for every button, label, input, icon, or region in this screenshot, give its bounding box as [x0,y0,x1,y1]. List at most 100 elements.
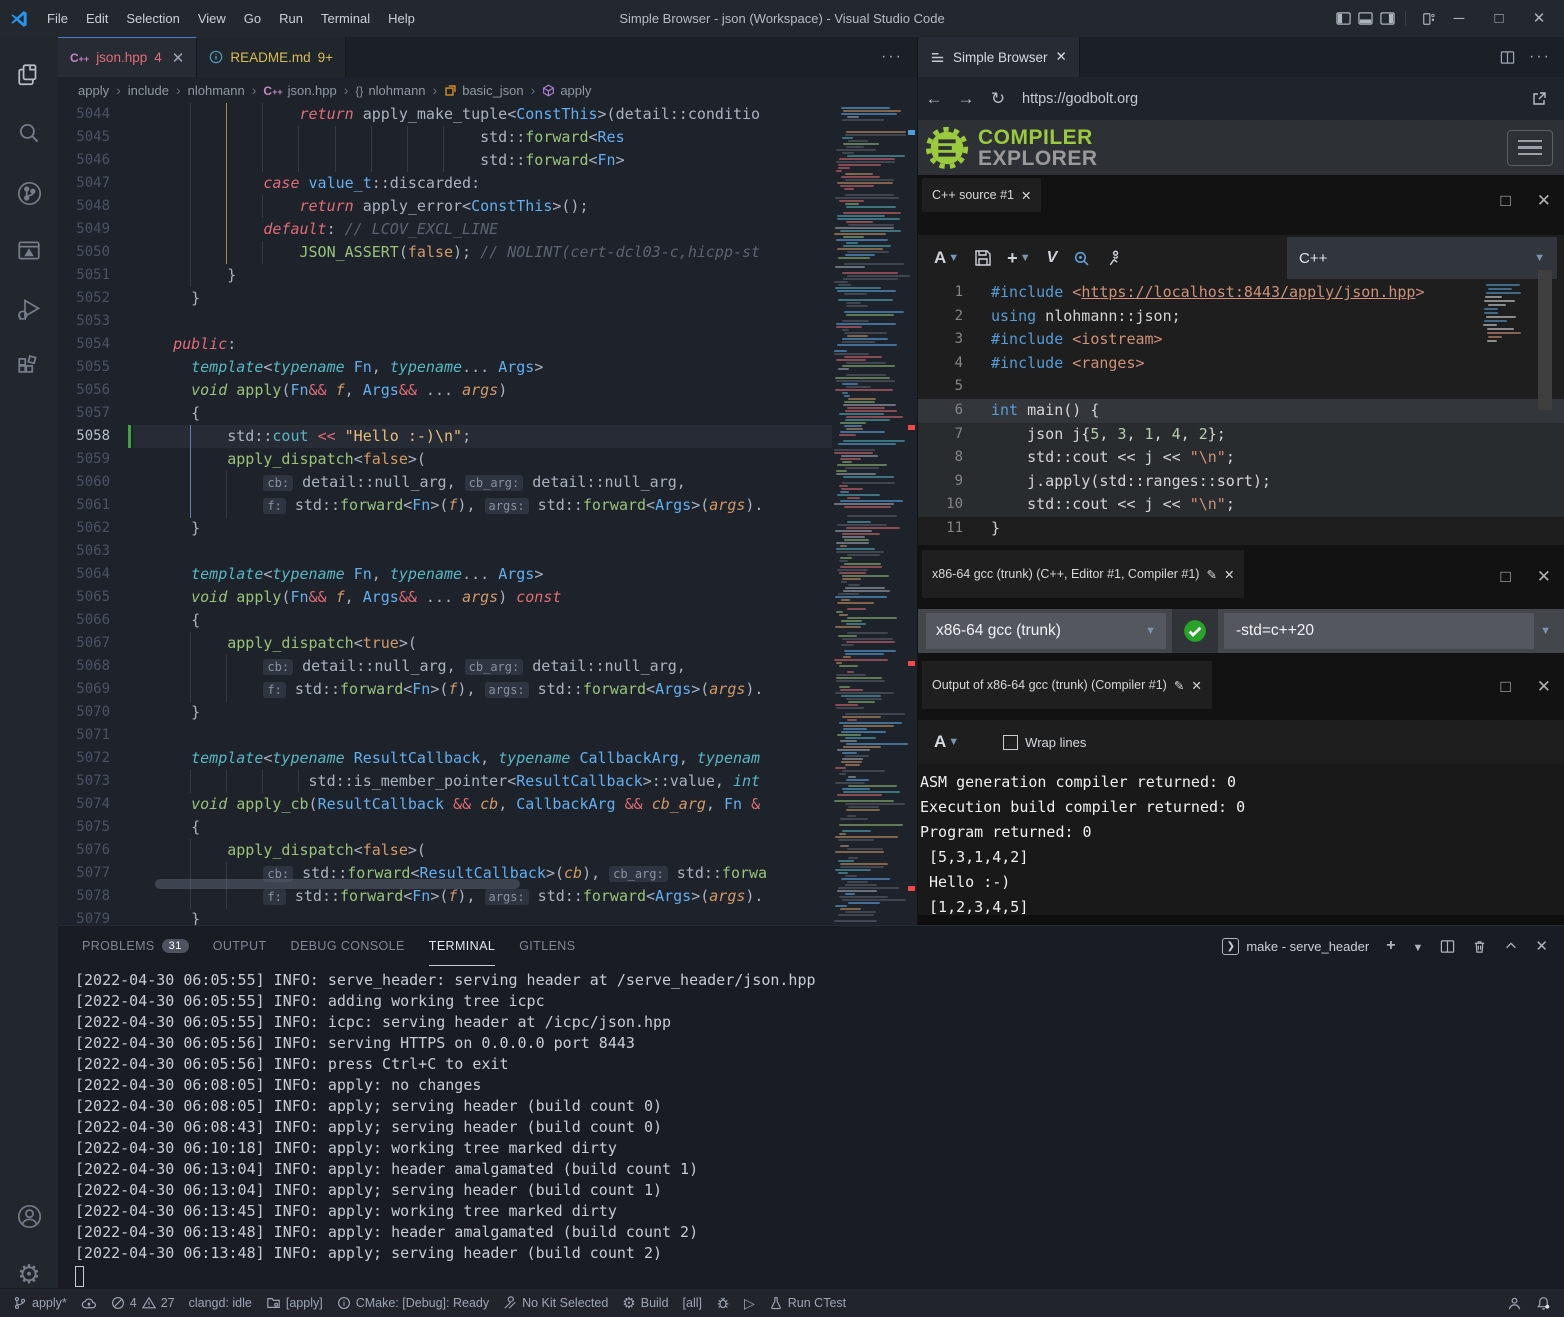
status-build-target[interactable]: [all] [676,1289,709,1317]
breadcrumb-item-json.hpp[interactable]: C++json.hpp [263,83,336,98]
close-window-button[interactable]: ✕ [1522,0,1556,37]
extensions-icon[interactable] [0,343,58,391]
account-icon[interactable] [0,1192,58,1240]
maximize-panel-icon[interactable] [1504,939,1518,953]
vim-mode-icon[interactable]: V [1047,249,1058,267]
panel-tab-output[interactable]: OUTPUT [213,926,267,966]
minimap[interactable] [832,103,915,925]
godbolt-source-editor[interactable]: 1#include <https://localhost:8443/apply/… [918,281,1564,545]
maximize-pane-icon[interactable]: □ [1500,191,1510,211]
options-caret-icon[interactable]: ▼ [1540,625,1551,637]
search-icon[interactable] [0,109,58,157]
minimize-button[interactable]: ─ [1442,0,1476,37]
panel-tab-gitlens[interactable]: GITLENS [519,926,575,966]
tab-readme.md[interactable]: README.md9+ [197,37,346,77]
breadcrumb-item-nlohmann[interactable]: {}nlohmann [355,83,425,98]
customize-layout-icon[interactable] [1422,12,1436,26]
split-terminal-icon[interactable] [1440,939,1455,954]
compiler-select[interactable]: x86-64 gcc (trunk)▼ [926,613,1166,649]
maximize-pane-icon[interactable]: □ [1500,567,1510,587]
rename-pane-icon[interactable]: ✎ [1174,678,1184,693]
forward-icon[interactable]: → [950,89,982,109]
menu-view[interactable]: View [189,0,235,37]
editor-more-actions-icon[interactable]: ··· [867,37,917,77]
toggle-secondary-sidebar-icon[interactable] [1380,11,1395,26]
code-editor[interactable]: 5044 return apply_make_tuple<ConstThis>(… [58,103,832,925]
wrap-lines-checkbox[interactable] [1003,735,1018,750]
language-select[interactable]: C++▼ [1287,237,1557,279]
reload-icon[interactable]: ↻ [982,89,1014,109]
maximize-pane-icon[interactable]: □ [1500,677,1510,697]
menu-help[interactable]: Help [379,0,424,37]
godbolt-logo-icon[interactable] [924,125,970,171]
close-pane-icon[interactable]: ✕ [1537,191,1551,211]
status-cmake-status[interactable]: CMake: [Debug]: Ready [330,1289,496,1317]
zoom-icon[interactable] [1073,250,1090,267]
cmake-panel-icon[interactable] [0,227,58,275]
status-notifications[interactable] [1529,1289,1558,1317]
more-actions-icon[interactable]: ··· [1529,48,1551,66]
godbolt-menu-icon[interactable] [1507,130,1553,166]
split-editor-icon[interactable] [1500,50,1515,65]
terminal-profile-caret-icon[interactable]: ▼ [1413,939,1424,954]
open-external-icon[interactable] [1531,91,1547,107]
close-pane-icon[interactable]: ✕ [1537,567,1551,587]
new-terminal-icon[interactable]: + [1386,937,1395,955]
compiler-pane-tab[interactable]: x86-64 gcc (trunk) (C++, Editor #1, Comp… [922,550,1244,598]
status-feedback[interactable] [1500,1289,1529,1317]
breadcrumb-item-apply[interactable]: apply [542,83,591,98]
godbolt-logo-text[interactable]: COMPILER EXPLORER [978,127,1098,169]
source-pane-tab[interactable]: C++ source #1✕ [922,178,1041,212]
status-git-branch[interactable]: apply* [6,1289,74,1317]
terminal[interactable]: [2022-04-30 06:05:55] INFO: serve_header… [75,970,1555,1285]
program-output[interactable]: ASM generation compiler returned: 0Execu… [918,764,1564,915]
maximize-button[interactable]: □ [1482,0,1516,37]
source-control-icon[interactable] [0,169,58,217]
status-cmake-kit[interactable]: No Kit Selected [496,1289,615,1317]
breadcrumb-item-include[interactable]: include [128,83,169,98]
tab-simple-browser[interactable]: Simple Browser ✕ [918,37,1080,77]
close-pane-icon[interactable]: ✕ [1224,567,1234,582]
font-size-icon[interactable]: A▼ [934,248,959,268]
status-clangd-status[interactable]: clangd: idle [182,1289,259,1317]
breadcrumb-item-apply[interactable]: apply [78,83,109,98]
close-pane-icon[interactable]: ✕ [1191,678,1201,693]
explorer-icon[interactable] [0,51,58,99]
toggle-sidebar-icon[interactable] [1336,11,1351,26]
run-debug-icon[interactable] [0,285,58,333]
close-tab-icon[interactable]: ✕ [1056,49,1067,65]
horizontal-scrollbar[interactable] [155,879,520,889]
panel-tab-problems[interactable]: PROBLEMS31 [82,926,189,966]
back-icon[interactable]: ← [918,89,950,109]
menu-file[interactable]: File [38,0,77,37]
panel-tab-debug-console[interactable]: DEBUG CONSOLE [291,926,405,966]
status-problems-summary[interactable]: 427 [104,1289,182,1317]
godbolt-scrollbar[interactable] [1538,270,1552,410]
close-tab-icon[interactable]: ✕ [172,49,185,67]
breadcrumb-item-basic_json[interactable]: basic_json [444,83,523,98]
status-publish-changes[interactable] [74,1289,104,1317]
sponsor-icon[interactable] [1106,250,1123,267]
menu-terminal[interactable]: Terminal [312,0,379,37]
output-pane-tab[interactable]: Output of x86-64 gcc (trunk) (Compiler #… [922,661,1212,709]
close-pane-icon[interactable]: ✕ [1021,188,1031,203]
toggle-panel-icon[interactable] [1358,11,1373,26]
status-run-ctest[interactable]: Run CTest [762,1289,853,1317]
status-debug-button[interactable] [709,1289,737,1317]
status-cmake-build[interactable]: ⚙Build [615,1289,675,1317]
close-pane-icon[interactable]: ✕ [1537,677,1551,697]
close-panel-icon[interactable]: ✕ [1535,937,1548,955]
menu-selection[interactable]: Selection [117,0,188,37]
url-field[interactable]: https://godbolt.org [1022,91,1138,107]
breadcrumb-item-nlohmann[interactable]: nlohmann [188,83,245,98]
panel-tab-terminal[interactable]: TERMINAL [429,926,495,966]
rename-pane-icon[interactable]: ✎ [1206,567,1216,582]
font-size-icon[interactable]: A [934,732,946,752]
status-cmake-project[interactable]: [apply] [259,1289,330,1317]
status-launch-button[interactable]: ▷ [737,1289,762,1317]
save-icon[interactable] [975,250,991,266]
kill-terminal-icon[interactable] [1472,939,1487,954]
menu-edit[interactable]: Edit [77,0,117,37]
add-pane-icon[interactable]: +▼ [1007,248,1030,269]
compiler-flags-input[interactable]: -std=c++20 [1224,613,1534,649]
